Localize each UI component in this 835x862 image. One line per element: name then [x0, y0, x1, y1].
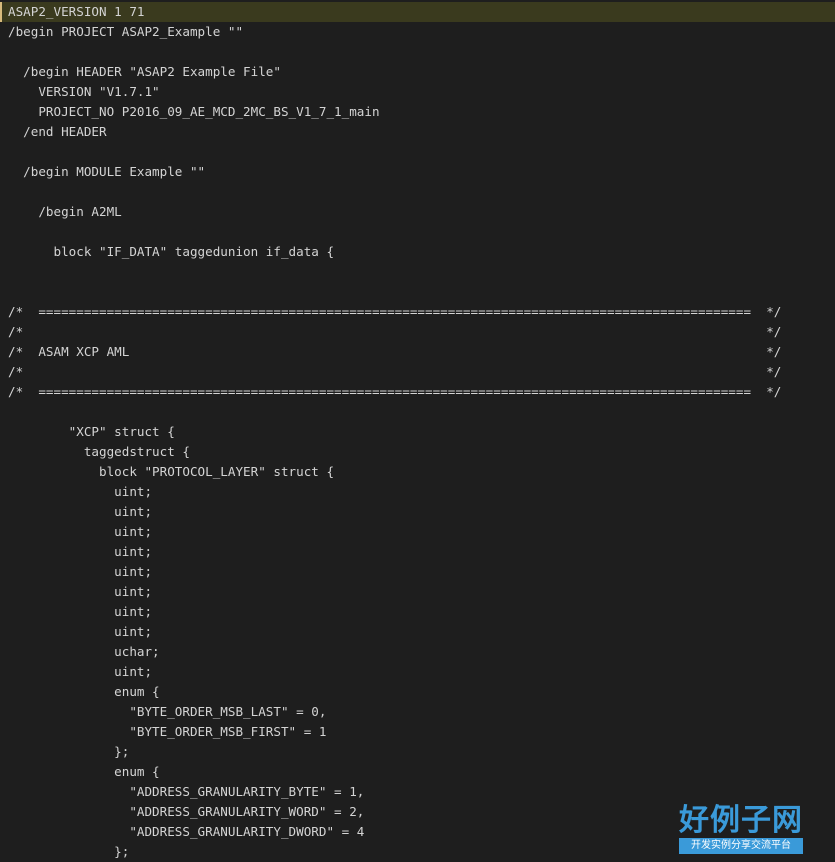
code-line[interactable]	[0, 402, 835, 422]
code-line[interactable]: /begin HEADER "ASAP2 Example File"	[0, 62, 835, 82]
code-line[interactable]: uchar;	[0, 642, 835, 662]
code-line[interactable]: uint;	[0, 562, 835, 582]
code-line[interactable]: /* */	[0, 362, 835, 382]
code-line[interactable]	[0, 282, 835, 302]
code-line[interactable]: /* ASAM XCP AML */	[0, 342, 835, 362]
code-line[interactable]: /begin PROJECT ASAP2_Example ""	[0, 22, 835, 42]
code-line[interactable]: uint;	[0, 502, 835, 522]
code-line[interactable]: /* =====================================…	[0, 382, 835, 402]
code-line[interactable]: taggedstruct {	[0, 442, 835, 462]
code-line[interactable]: uint;	[0, 542, 835, 562]
code-line[interactable]: "ADDRESS_GRANULARITY_BYTE" = 1,	[0, 782, 835, 802]
code-line[interactable]	[0, 222, 835, 242]
code-line[interactable]: };	[0, 742, 835, 762]
code-line[interactable]: block "PROTOCOL_LAYER" struct {	[0, 462, 835, 482]
code-line[interactable]: /end HEADER	[0, 122, 835, 142]
code-line[interactable]: /begin A2ML	[0, 202, 835, 222]
code-line[interactable]: "BYTE_ORDER_MSB_LAST" = 0,	[0, 702, 835, 722]
code-line[interactable]: /* =====================================…	[0, 302, 835, 322]
code-editor[interactable]: ASAP2_VERSION 1 71/begin PROJECT ASAP2_E…	[0, 0, 835, 862]
code-line[interactable]: ASAP2_VERSION 1 71	[0, 2, 835, 22]
code-line[interactable]: uint;	[0, 622, 835, 642]
watermark-logo: 好例子网 开发实例分享交流平台	[679, 804, 803, 854]
code-line[interactable]	[0, 42, 835, 62]
code-line[interactable]: /* */	[0, 322, 835, 342]
code-line[interactable]: enum {	[0, 762, 835, 782]
code-line[interactable]: uint;	[0, 662, 835, 682]
code-line[interactable]: "XCP" struct {	[0, 422, 835, 442]
code-line[interactable]	[0, 142, 835, 162]
code-line[interactable]: block "IF_DATA" taggedunion if_data {	[0, 242, 835, 262]
code-line[interactable]: uint;	[0, 482, 835, 502]
code-text-area[interactable]: ASAP2_VERSION 1 71/begin PROJECT ASAP2_E…	[0, 2, 835, 862]
code-line[interactable]: uint;	[0, 522, 835, 542]
watermark-title: 好例子网	[679, 803, 803, 838]
watermark-subtitle: 开发实例分享交流平台	[679, 838, 803, 854]
code-line[interactable]: /begin MODULE Example ""	[0, 162, 835, 182]
code-line[interactable]: enum {	[0, 682, 835, 702]
code-line[interactable]	[0, 182, 835, 202]
code-line[interactable]: uint;	[0, 582, 835, 602]
code-line[interactable]: "BYTE_ORDER_MSB_FIRST" = 1	[0, 722, 835, 742]
code-line[interactable]: PROJECT_NO P2016_09_AE_MCD_2MC_BS_V1_7_1…	[0, 102, 835, 122]
code-line[interactable]: uint;	[0, 602, 835, 622]
code-line[interactable]	[0, 262, 835, 282]
code-line[interactable]: VERSION "V1.7.1"	[0, 82, 835, 102]
